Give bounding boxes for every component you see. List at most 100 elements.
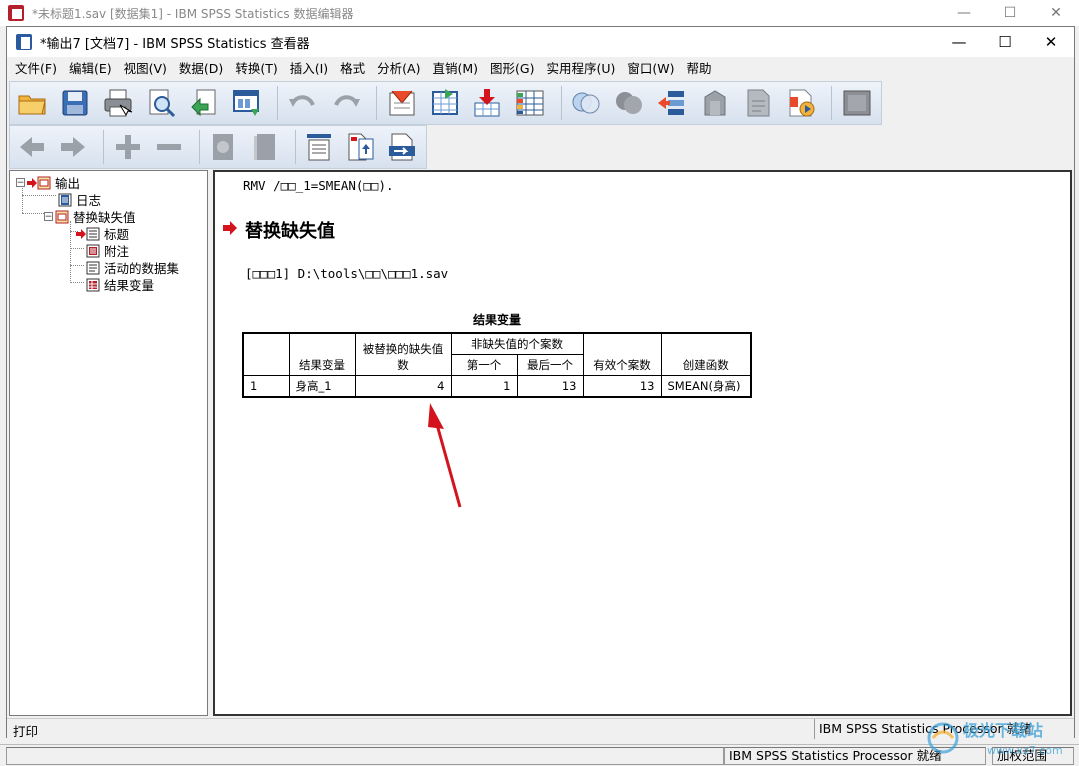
viewer-title: *输出7 [文档7] - IBM SPSS Statistics 查看器 xyxy=(40,36,310,52)
toolbar-separator xyxy=(198,130,200,164)
viewer-minimize-button[interactable]: — xyxy=(936,27,982,57)
split-file-icon[interactable] xyxy=(654,85,691,121)
table-header-valid: 有效个案数 xyxy=(582,332,662,376)
designate-window-icon[interactable] xyxy=(697,85,734,121)
viewer-maximize-button[interactable]: ☐ xyxy=(982,27,1028,57)
menu-graphs[interactable]: 图形(G) xyxy=(484,57,540,81)
recall-dialog-icon[interactable] xyxy=(229,85,266,121)
toolbar-separator xyxy=(376,86,378,120)
annotation-arrow-icon xyxy=(428,403,462,508)
current-item-arrow-icon xyxy=(76,228,86,239)
viewer-close-button[interactable]: ✕ xyxy=(1028,27,1074,57)
goto-variable-icon[interactable] xyxy=(469,85,506,121)
collapse-toggle-icon[interactable]: − xyxy=(16,178,25,187)
toolbar-separator xyxy=(831,86,833,120)
watermark-logo: 极光下载站 www.xz7.com xyxy=(927,721,1063,757)
table-cell-index: 1 xyxy=(242,375,290,398)
spss-viewer-icon xyxy=(16,34,32,50)
data-editor-status-bar: IBM SPSS Statistics Processor 就绪 加权范围 xyxy=(0,744,1079,766)
collapse-icon[interactable] xyxy=(151,129,186,165)
close-button[interactable]: ✕ xyxy=(1033,0,1079,26)
maximize-button[interactable]: ☐ xyxy=(987,0,1033,26)
pivot-icon[interactable] xyxy=(739,85,776,121)
hide-icon[interactable] xyxy=(247,129,282,165)
viewer-window: *输出7 [文档7] - IBM SPSS Statistics 查看器 — ☐… xyxy=(6,26,1075,739)
table-cell-func: SMEAN(身高) xyxy=(660,375,752,398)
forward-icon[interactable] xyxy=(55,129,90,165)
log-icon xyxy=(58,193,72,206)
export-icon[interactable] xyxy=(186,85,223,121)
menu-analyze[interactable]: 分析(A) xyxy=(371,57,426,81)
goto-data-icon[interactable] xyxy=(383,85,420,121)
table-title: 结果变量 xyxy=(472,313,521,327)
toolbar-separator xyxy=(560,86,562,120)
data-editor-titlebar: *未标题1.sav [数据集1] - IBM SPSS Statistics 数… xyxy=(0,0,1079,26)
viewer-status-bar: 打印 IBM SPSS Statistics Processor 就绪 xyxy=(7,718,1074,739)
collapse-toggle-icon[interactable]: − xyxy=(44,212,53,221)
watermark-text: 极光下载站 xyxy=(963,721,1043,740)
undo-icon[interactable] xyxy=(284,85,321,121)
table-header-replaced: 被替换的缺失值数 xyxy=(354,332,452,376)
menu-view[interactable]: 视图(V) xyxy=(118,57,173,81)
goto-case-icon[interactable] xyxy=(426,85,463,121)
menu-transform[interactable]: 转换(T) xyxy=(229,57,283,81)
table-header-last: 最后一个 xyxy=(516,354,584,376)
menu-format[interactable]: 格式 xyxy=(334,57,371,81)
viewer-titlebar: *输出7 [文档7] - IBM SPSS Statistics 查看器 — ☐… xyxy=(7,27,1074,57)
print-preview-icon[interactable] xyxy=(143,85,180,121)
table-header-func: 创建函数 xyxy=(660,332,752,376)
table-cell-last: 13 xyxy=(516,375,584,398)
fullscreen-icon[interactable] xyxy=(838,85,875,121)
menu-help[interactable]: 帮助 xyxy=(681,57,718,81)
toolbar-separator xyxy=(102,130,104,164)
outline-pane: − 输出 日志 − 替换缺失值 标题 附注 活动的数据集 结果变量 xyxy=(9,170,208,716)
table-row: 1 身高_1 4 1 13 13 SMEAN(身高) xyxy=(242,375,752,398)
result-variables-table[interactable]: 结果变量 被替换的缺失值数 非缺失值的个案数 有效个案数 创建函数 第一个 最后… xyxy=(242,332,752,398)
redo-icon[interactable] xyxy=(327,85,364,121)
minimize-button[interactable]: — xyxy=(941,0,987,26)
toolbar-separator xyxy=(294,130,296,164)
current-item-arrow-icon xyxy=(27,177,37,188)
menu-insert[interactable]: 插入(I) xyxy=(284,57,334,81)
tree-result-variables[interactable]: 结果变量 xyxy=(86,275,154,294)
watermark-url: www.xz7.com xyxy=(987,744,1063,757)
spss-data-editor-icon xyxy=(8,5,24,21)
output-book-icon xyxy=(55,210,69,223)
active-dataset-text: [□□□1] D:\tools\□□\□□□1.sav xyxy=(245,266,449,281)
table-header-result-var: 结果变量 xyxy=(288,332,356,376)
open-icon[interactable] xyxy=(14,85,51,121)
chart-editor-icon[interactable] xyxy=(782,85,819,121)
weight-cases-icon[interactable] xyxy=(611,85,648,121)
back-icon[interactable] xyxy=(14,129,49,165)
menu-direct-marketing[interactable]: 直销(M) xyxy=(426,57,484,81)
table-cell-var: 身高_1 xyxy=(288,375,356,398)
menubar: 文件(F) 编辑(E) 视图(V) 数据(D) 转换(T) 插入(I) 格式 分… xyxy=(7,57,1074,81)
title-icon xyxy=(86,227,100,240)
menu-file[interactable]: 文件(F) xyxy=(9,57,63,81)
table-header-index xyxy=(242,332,290,376)
insert-heading-icon[interactable] xyxy=(302,129,337,165)
show-icon[interactable] xyxy=(206,129,241,165)
print-icon[interactable] xyxy=(100,85,137,121)
procedure-heading[interactable]: 替换缺失值 xyxy=(245,217,335,243)
outline-toolbar xyxy=(9,125,427,169)
table-cell-valid: 13 xyxy=(582,375,662,398)
status-empty-segment xyxy=(6,747,724,765)
tree-result-variables-label: 结果变量 xyxy=(104,278,155,293)
menu-edit[interactable]: 编辑(E) xyxy=(63,57,118,81)
pivot-table-icon xyxy=(86,278,100,291)
syntax-text: RMV /□□_1=SMEAN(□□). xyxy=(243,178,394,193)
menu-utilities[interactable]: 实用程序(U) xyxy=(540,57,621,81)
menu-data[interactable]: 数据(D) xyxy=(173,57,229,81)
viewer-panes: − 输出 日志 − 替换缺失值 标题 附注 活动的数据集 结果变量 RMV /□… xyxy=(7,170,1074,716)
variables-icon[interactable] xyxy=(512,85,549,121)
menu-window[interactable]: 窗口(W) xyxy=(621,57,680,81)
insert-title-icon[interactable] xyxy=(343,129,378,165)
select-cases-icon[interactable] xyxy=(568,85,605,121)
status-print-text: 打印 xyxy=(13,724,39,739)
save-icon[interactable] xyxy=(57,85,94,121)
table-header-first: 第一个 xyxy=(450,354,518,376)
insert-text-icon[interactable] xyxy=(385,129,420,165)
output-content-pane: RMV /□□_1=SMEAN(□□). 替换缺失值 [□□□1] D:\too… xyxy=(213,170,1072,716)
expand-icon[interactable] xyxy=(110,129,145,165)
